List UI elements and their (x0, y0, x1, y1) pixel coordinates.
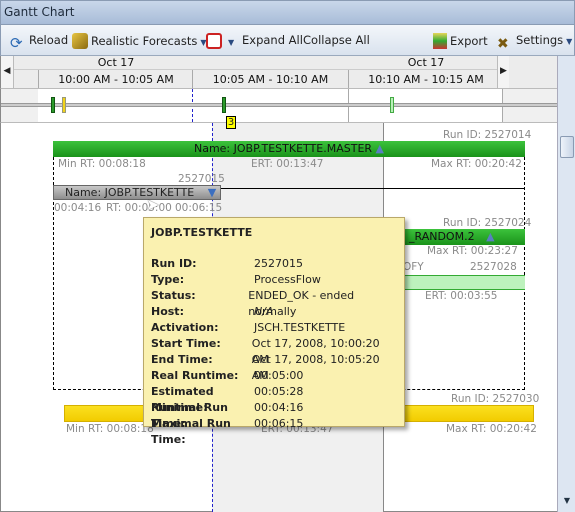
scrollbar-thumb[interactable] (560, 136, 574, 158)
realistic-forecasts-dropdown[interactable]: Realistic Forecasts ▼ (72, 33, 206, 49)
job-name: OFY (403, 261, 424, 273)
tooltip-key: Real Runtime: (151, 369, 239, 382)
tooltip-value: 00:05:00 (254, 369, 304, 382)
forecasts-label: Realistic Forecasts (91, 34, 198, 48)
max-runtime: Max RT: 00:20:42 (431, 158, 522, 170)
tooltip-row: End Time: Oct 17, 2008, 10:05:20 AM (151, 352, 397, 382)
chevron-down-icon: ▼ (566, 37, 573, 46)
expand-triangle-icon[interactable]: ▼ (208, 186, 216, 199)
time-range: 10:00 AM - 10:05 AM (58, 73, 174, 86)
tooltip-key: Type: (151, 273, 185, 286)
tooltip-key: Minimal Run Time: (151, 401, 228, 430)
tooltip-row: Status: ENDED_OK - ended normally (151, 288, 397, 318)
tooltip-value: ENDED_OK - ended normally (248, 289, 355, 318)
calendar-clock-icon (206, 33, 222, 49)
runtime: RT: 00:05:00 (106, 202, 172, 214)
tooltip-row: Minimal Run Time: 00:04:16 (151, 400, 397, 430)
run-id: 2527028 (470, 261, 517, 273)
date-label: Oct 17 (407, 56, 445, 69)
scroll-left-button[interactable]: ◀ (1, 56, 14, 89)
min-runtime: 00:04:16 (54, 202, 102, 214)
reload-label: Reload (29, 33, 69, 47)
time-range: 10:10 AM - 10:15 AM (368, 73, 484, 86)
settings-label: Settings (516, 33, 564, 47)
tooltip-value: Oct 17, 2008, 10:00:20 AM (251, 337, 380, 366)
tooltip-row: Start Time: Oct 17, 2008, 10:00:20 AM (151, 336, 397, 366)
overview-strip[interactable]: 3 (0, 88, 558, 129)
job-bar-random[interactable]: _RANDOM.2 ▲ (401, 229, 525, 245)
tooltip-title: JOBP.TESTKETTE (151, 226, 253, 239)
job-name: Name: JOBP.TESTKETTE (65, 186, 195, 199)
toolbar: ⟳ Reload Realistic Forecasts ▼ ▼ Expand Al… (0, 25, 575, 56)
tooltip-row: Activation: JSCH.TESTKETTE (151, 320, 397, 336)
tooltip-key: Run ID: (151, 257, 197, 270)
tooltip-key: Maximal Run Time: (151, 417, 231, 446)
tooltip-row: Type: ProcessFlow (151, 272, 397, 288)
collapse-triangle-icon[interactable]: ▲ (376, 142, 384, 155)
tooltip-value: JSCH.TESTKETTE (254, 321, 346, 334)
tooltip-value: 00:05:28 (254, 385, 304, 398)
job-bar-ofy[interactable] (401, 275, 525, 290)
tooltip-key: Start Time: (151, 337, 221, 350)
arrow-left-icon: ◀ (3, 66, 11, 76)
max-runtime: Max RT: 00:20:42 (446, 423, 537, 435)
export-button[interactable]: Export (433, 33, 488, 49)
tooltip-row: Real Runtime: 00:05:00 (151, 368, 397, 384)
run-id: 2527015 (178, 173, 225, 185)
collapse-triangle-icon[interactable]: ▲ (486, 230, 494, 243)
tooltip-row: Estimated Runtime: 00:05:28 (151, 384, 397, 414)
job-bar-testkette[interactable]: Name: JOBP.TESTKETTE ▼ (53, 185, 221, 200)
estimated-runtime: ERT: 00:03:55 (425, 290, 498, 302)
window-title: Gantt Chart (0, 0, 575, 25)
export-label: Export (450, 34, 488, 48)
job-bar-master[interactable]: Name: JOBP.TESTKETTE.MASTER ▲ (53, 141, 525, 157)
forecast-icon (72, 33, 88, 49)
job-tooltip: JOBP.TESTKETTE Run ID: 2527015 Type: Proces… (143, 217, 405, 446)
reload-icon: ⟳ (10, 34, 23, 52)
run-id: Run ID: 2527014 (443, 129, 532, 141)
chevron-down-icon: ▼ (228, 38, 235, 47)
tooltip-key: Estimated Runtime: (151, 385, 214, 414)
tooltip-value: N/A (254, 305, 274, 318)
job-name: _RANDOM.2 (409, 230, 475, 243)
tooltip-value: 00:06:15 (254, 417, 304, 430)
collapse-all-button[interactable]: Collapse All (303, 33, 370, 47)
max-runtime: Max RT: 00:23:27 (427, 245, 518, 257)
calendar-dropdown[interactable]: ▼ (206, 33, 234, 49)
min-runtime: Min RT: 00:08:18 (66, 423, 154, 435)
reload-button[interactable]: ⟳ Reload (10, 33, 68, 51)
min-runtime: Min RT: 00:08:18 (58, 158, 146, 170)
count-badge[interactable]: 3 (226, 116, 236, 129)
date-label: Oct 17 (97, 56, 135, 69)
settings-dropdown[interactable]: ✖ Settings ▼ (497, 33, 572, 52)
tooltip-value: ProcessFlow (254, 273, 321, 286)
timeline-header: ◀ ▶ Oct 17 Oct 17 10:00 AM - 10:05 AM 10… (0, 56, 557, 89)
expand-all-button[interactable]: Expand All (242, 33, 303, 47)
run-id: Run ID: 2527030 (451, 393, 540, 405)
tooltip-value: Oct 17, 2008, 10:05:20 AM (251, 353, 380, 382)
tooltip-key: Activation: (151, 321, 219, 334)
tooltip-value: 00:04:16 (254, 401, 304, 414)
tooltip-key: Host: (151, 305, 184, 318)
tooltip-value: 2527015 (254, 257, 303, 270)
scroll-down-arrow-icon[interactable]: ▼ (560, 496, 574, 510)
tooltip-key: End Time: (151, 353, 213, 366)
max-runtime: 00:06:15 (175, 202, 223, 214)
tooltip-key: Status: (151, 289, 196, 302)
vertical-scrollbar[interactable]: ▼ (557, 56, 575, 512)
settings-tools-icon: ✖ (497, 36, 509, 52)
run-id: Run ID: 2527024 (443, 217, 532, 229)
time-range: 10:05 AM - 10:10 AM (212, 73, 329, 86)
mouse-cursor-icon: ➤ (146, 195, 160, 214)
estimated-runtime: ERT: 00:13:47 (251, 158, 324, 170)
job-name: Name: JOBP.TESTKETTE.MASTER (193, 142, 373, 155)
export-icon (433, 33, 447, 49)
tooltip-row: Maximal Run Time: 00:06:15 (151, 416, 397, 446)
tooltip-row: Run ID: 2527015 (151, 256, 397, 272)
